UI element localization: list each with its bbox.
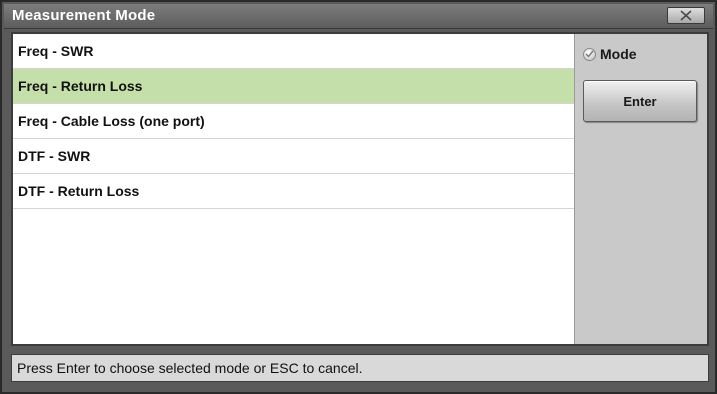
list-item-dtf-return-loss[interactable]: DTF - Return Loss (13, 174, 574, 209)
status-bar: Press Enter to choose selected mode or E… (11, 354, 709, 382)
mode-radio-row: Mode (583, 46, 637, 62)
check-icon (585, 50, 594, 58)
enter-button[interactable]: Enter (583, 80, 697, 122)
mode-list: Freq - SWR Freq - Return Loss Freq - Cab… (13, 34, 574, 344)
close-button[interactable] (667, 7, 705, 24)
measurement-mode-dialog: Measurement Mode Freq - SWR Freq - Retur… (0, 0, 717, 394)
list-item-label: Freq - SWR (18, 43, 94, 59)
list-item-label: DTF - Return Loss (18, 183, 140, 199)
close-x-icon (680, 10, 692, 21)
mode-radio[interactable] (583, 47, 596, 61)
status-message: Press Enter to choose selected mode or E… (17, 360, 363, 376)
list-item-freq-swr[interactable]: Freq - SWR (13, 34, 574, 69)
list-item-label: Freq - Cable Loss (one port) (18, 113, 205, 129)
list-item-freq-cable-loss[interactable]: Freq - Cable Loss (one port) (13, 104, 574, 139)
title-bar: Measurement Mode (4, 4, 713, 29)
list-item-dtf-swr[interactable]: DTF - SWR (13, 139, 574, 174)
mode-label: Mode (600, 46, 637, 62)
side-panel: Mode Enter (574, 34, 707, 344)
content-area: Freq - SWR Freq - Return Loss Freq - Cab… (11, 32, 709, 346)
window-title: Measurement Mode (12, 7, 156, 24)
list-item-label: Freq - Return Loss (18, 78, 143, 94)
list-item-freq-return-loss[interactable]: Freq - Return Loss (13, 69, 574, 104)
list-item-label: DTF - SWR (18, 148, 91, 164)
